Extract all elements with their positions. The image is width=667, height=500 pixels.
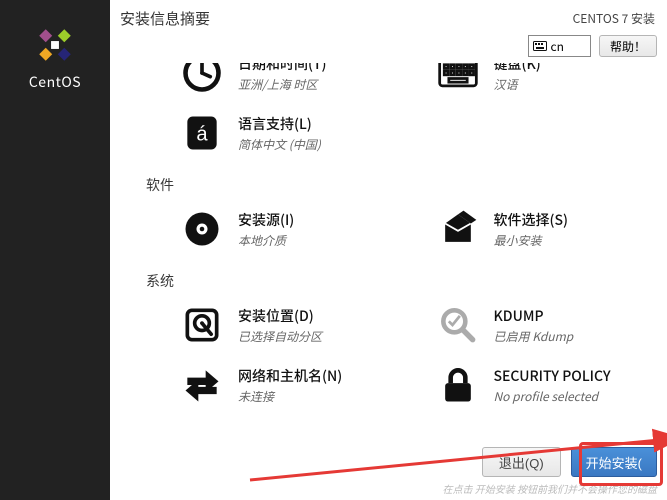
clock-icon: [180, 63, 224, 95]
spoke-title: 安装源(I): [238, 210, 294, 230]
spoke-sub: No profile selected: [494, 388, 611, 405]
help-button[interactable]: 帮助！: [599, 35, 657, 57]
keyboard-layout-code: cn: [551, 38, 564, 55]
spoke-title: 日期和时间(T): [238, 63, 327, 74]
spoke-install-destination[interactable]: 安装位置(D) 已选择自动分区: [140, 297, 396, 357]
spoke-title: 网络和主机名(N): [238, 366, 342, 386]
footer: 退出(Q) 开始安装( 在点击 开始安装 按钮前我们并不会操作您的磁盘: [433, 437, 667, 500]
sidebar: CentOS: [0, 0, 110, 500]
centos-logo-icon: [34, 24, 76, 66]
page-title: 安装信息摘要: [120, 8, 210, 29]
network-arrows-icon: [180, 363, 224, 407]
begin-install-button[interactable]: 开始安装(: [571, 447, 657, 477]
spoke-network[interactable]: 网络和主机名(N) 未连接: [140, 357, 396, 417]
disc-icon: [180, 207, 224, 251]
keyboard-small-icon: [533, 38, 547, 55]
spoke-security-policy[interactable]: SECURITY POLICY No profile selected: [396, 357, 652, 417]
footer-hint: 在点击 开始安装 按钮前我们并不会操作您的磁盘: [443, 481, 657, 496]
spoke-datetime[interactable]: 日期和时间(T) 亚洲/上海 时区: [140, 63, 396, 105]
spoke-software-selection[interactable]: 软件选择(S) 最小安装: [396, 201, 652, 261]
quit-button[interactable]: 退出(Q): [482, 447, 561, 477]
package-icon: [436, 207, 480, 251]
spoke-sub: 未连接: [238, 388, 342, 405]
spokes-area: 日期和时间(T) 亚洲/上海 时区 键盘(K) 汉语: [110, 63, 667, 500]
spoke-sub: 已启用 Kdump: [494, 328, 574, 345]
magnifier-icon: [436, 303, 480, 347]
spoke-sub: 本地介质: [238, 232, 294, 249]
spoke-kdump[interactable]: KDUMP 已启用 Kdump: [396, 297, 652, 357]
spoke-keyboard[interactable]: 键盘(K) 汉语: [396, 63, 652, 105]
spoke-title: SECURITY POLICY: [494, 366, 611, 386]
svg-text:á: á: [196, 123, 208, 145]
spoke-title: 软件选择(S): [494, 210, 568, 230]
spoke-title: KDUMP: [494, 306, 574, 326]
installer-label: CENTOS 7 安装: [573, 10, 655, 27]
lock-icon: [436, 363, 480, 407]
harddrive-icon: [180, 303, 224, 347]
keyboard-icon: [436, 63, 480, 95]
language-icon: á: [180, 111, 224, 155]
spoke-title: 语言支持(L): [238, 114, 321, 134]
spoke-language[interactable]: á 语言支持(L) 简体中文 (中国): [140, 105, 396, 165]
main-panel: 安装信息摘要 CENTOS 7 安装 cn 帮助！: [110, 0, 667, 500]
spoke-sub: 汉语: [494, 76, 541, 93]
spoke-install-source[interactable]: 安装源(I) 本地介质: [140, 201, 396, 261]
spoke-sub: 最小安装: [494, 232, 568, 249]
spoke-sub: 简体中文 (中国): [238, 136, 321, 153]
keyboard-layout-indicator[interactable]: cn: [528, 35, 591, 57]
brand-label: CentOS: [29, 72, 81, 92]
section-system: 系统: [146, 271, 651, 291]
header: 安装信息摘要 CENTOS 7 安装: [110, 0, 667, 35]
section-software: 软件: [146, 175, 651, 195]
spoke-title: 安装位置(D): [238, 306, 322, 326]
spoke-sub: 已选择自动分区: [238, 328, 322, 345]
spoke-title: 键盘(K): [494, 63, 541, 74]
spoke-sub: 亚洲/上海 时区: [238, 76, 327, 93]
